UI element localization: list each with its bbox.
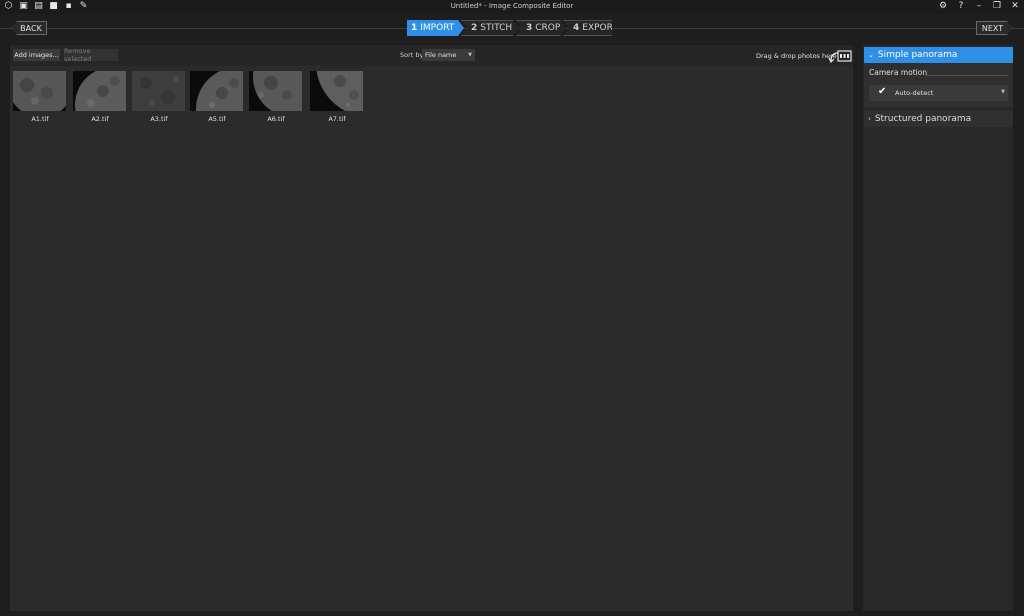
moon-image [190, 71, 243, 111]
settings-icon[interactable]: ⚙ [938, 1, 948, 12]
step-number: 2 [471, 23, 478, 33]
step-crop[interactable]: 3 CROP [516, 20, 566, 36]
add-images-button[interactable]: Add images... [13, 49, 60, 61]
thumbnail-a3[interactable] [132, 71, 185, 111]
step-number: 1 [411, 23, 418, 33]
camera-motion-value: Auto-detect [895, 89, 934, 97]
remove-selected-button[interactable]: Remove selected [64, 47, 118, 63]
moon-image [13, 71, 66, 111]
import-toolbar: Add images... Remove selected Sort by Fi… [10, 45, 853, 66]
structured-panorama-header[interactable]: › Structured panorama [864, 111, 1013, 127]
image-panel[interactable]: Add images... Remove selected Sort by Fi… [10, 45, 853, 611]
step-import[interactable]: 1 IMPORT [407, 20, 464, 36]
step-label: CROP [535, 23, 561, 33]
simple-panorama-body: Camera motion ✔ Auto-detect ▼ [864, 63, 1013, 107]
structured-panorama-label: Structured panorama [874, 114, 972, 124]
moon-image [249, 71, 302, 111]
chevron-down-icon: ⌄ [868, 51, 874, 59]
sort-label: Sort by [400, 51, 424, 59]
chevron-down-icon: ▼ [468, 52, 472, 58]
thumbnail-label: A6.tif [267, 115, 285, 123]
thumbnail-a2[interactable] [73, 71, 126, 111]
title-bar: ⬡ ▣ ▤ ■ ▪ ✎ Untitled* - Image Composite … [0, 0, 1024, 14]
help-icon[interactable]: ? [956, 1, 966, 12]
thumbnail-label: A5.tif [208, 115, 226, 123]
step-label: IMPORT [420, 23, 455, 33]
thumbnail-label: A3.tif [150, 115, 168, 123]
back-button[interactable]: BACK [11, 21, 47, 35]
thumbnail-label: A1.tif [31, 115, 49, 123]
thumbnail-a1[interactable] [13, 71, 66, 111]
step-export[interactable]: 4 EXPORT [563, 20, 612, 36]
thumbnail-a7[interactable] [310, 71, 363, 111]
thumbnail-a5[interactable] [190, 71, 243, 111]
camera-motion-select[interactable]: ✔ Auto-detect ▼ [869, 85, 1008, 101]
close-icon[interactable]: ✕ [1010, 1, 1020, 12]
window-title: Untitled* - Image Composite Editor [450, 2, 574, 10]
sort-select[interactable]: File name ▼ [422, 49, 475, 61]
minimize-icon[interactable]: – [974, 1, 984, 12]
simple-panorama-header[interactable]: ⌄ Simple panorama [864, 47, 1013, 63]
simple-panorama-label: Simple panorama [877, 50, 958, 60]
step-stitch[interactable]: 2 STITCH [461, 20, 519, 36]
options-panel: ⌄ Simple panorama Camera motion ✔ Auto-d… [863, 45, 1013, 611]
moon-image [132, 71, 185, 111]
moon-image [73, 71, 126, 111]
next-button[interactable]: NEXT [976, 21, 1013, 35]
camera-motion-label: Camera motion [869, 68, 928, 77]
thumbnail-a6[interactable] [249, 71, 302, 111]
sort-value: File name [425, 51, 457, 59]
section-divider [926, 75, 1008, 76]
checkmark-icon: ✔ [878, 86, 887, 97]
step-label: STITCH [480, 23, 513, 33]
thumbnail-label: A7.tif [328, 115, 346, 123]
window-controls: ⚙ ? – ❐ ✕ [938, 1, 1020, 12]
chevron-right-icon: › [868, 115, 871, 123]
wizard-bar: BACK 1 IMPORT 2 STITCH 3 CROP 4 EXPORT N… [0, 14, 1024, 44]
wizard-steps: 1 IMPORT 2 STITCH 3 CROP 4 EXPORT [407, 20, 612, 36]
step-number: 4 [573, 23, 580, 33]
thumbnail-label: A2.tif [91, 115, 109, 123]
chevron-down-icon: ▼ [1001, 89, 1005, 95]
drag-drop-icon [828, 50, 852, 63]
step-number: 3 [526, 23, 533, 33]
restore-icon[interactable]: ❐ [992, 1, 1002, 12]
moon-image [310, 71, 363, 111]
drop-hint: Drag & drop photos here [756, 52, 837, 60]
